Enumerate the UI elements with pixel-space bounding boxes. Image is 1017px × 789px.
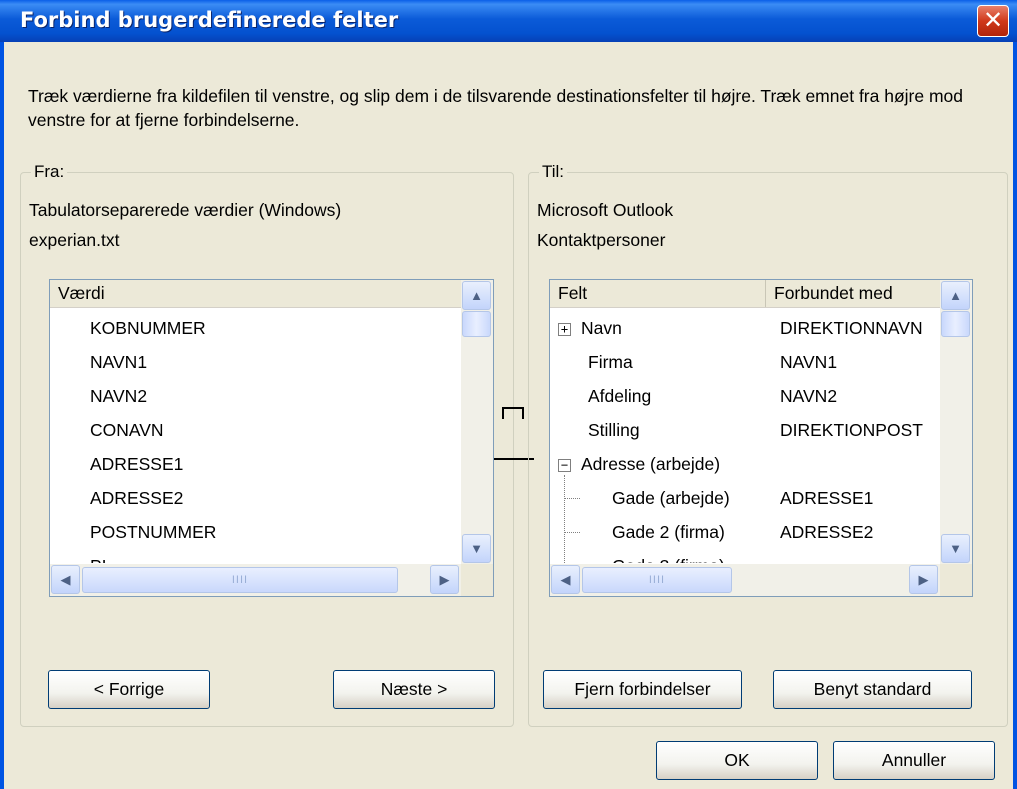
scroll-thumb-horizontal[interactable]: IIII xyxy=(582,567,732,593)
destination-app-label: Microsoft Outlook xyxy=(537,200,674,220)
source-value-list[interactable]: Værdi KOBNUMMER NAVN1 NAVN2 CONAVN ADRES… xyxy=(49,279,494,597)
scroll-thumb[interactable] xyxy=(941,311,970,337)
list-item[interactable]: PI... xyxy=(90,549,121,563)
scroll-up-button[interactable]: ▲ xyxy=(941,281,970,310)
table-row[interactable]: − Adresse (arbejde) xyxy=(558,447,720,481)
from-group-label: Fra: xyxy=(31,162,68,182)
expand-icon[interactable]: + xyxy=(558,322,571,336)
scroll-thumb[interactable] xyxy=(462,311,491,337)
connection-line xyxy=(502,407,524,419)
list-item[interactable]: POSTNUMMER xyxy=(90,515,216,549)
list-item[interactable]: NAVN2 xyxy=(90,379,147,413)
dialog-window: Forbind brugerdefinerede felter ✕ Træk v… xyxy=(0,0,1017,789)
instructions-text: Træk værdierne fra kildefilen til venstr… xyxy=(28,86,964,130)
scroll-corner xyxy=(940,564,972,596)
mapped-value: NAVN1 xyxy=(780,352,838,372)
column-header-field[interactable]: Felt xyxy=(550,280,766,307)
next-button[interactable]: Næste > xyxy=(333,670,495,709)
scroll-down-button[interactable]: ▼ xyxy=(462,534,491,563)
source-list-header: Værdi xyxy=(50,280,461,308)
field-name[interactable]: Firma xyxy=(588,345,633,379)
scroll-left-button[interactable]: ◀ xyxy=(551,565,580,594)
list-item[interactable]: CONAVN xyxy=(90,413,164,447)
close-button[interactable]: ✕ xyxy=(977,5,1009,37)
field-name: Adresse (arbejde) xyxy=(581,454,721,474)
scroll-right-button[interactable]: ▶ xyxy=(430,565,459,594)
destination-folder-label: Kontaktpersoner xyxy=(537,230,666,250)
mapped-value: DIREKTIONPOST xyxy=(780,420,923,440)
field-name[interactable]: Afdeling xyxy=(588,379,651,413)
to-group-label: Til: xyxy=(539,162,568,182)
field-name: Navn xyxy=(581,318,622,338)
table-row[interactable]: + Navn xyxy=(558,311,622,345)
title-bar[interactable]: Forbind brugerdefinerede felter ✕ xyxy=(0,0,1017,42)
mapped-value: ADRESSE1 xyxy=(780,488,874,508)
source-horizontal-scrollbar[interactable]: ◀ IIII ▶ xyxy=(50,564,461,596)
list-item[interactable]: ADRESSE2 xyxy=(90,481,183,515)
mapped-value: DIREKTIONNAVN xyxy=(780,318,923,338)
field-name[interactable]: Gade 2 (firma) xyxy=(612,515,725,549)
scroll-corner xyxy=(461,564,493,596)
previous-button[interactable]: < Forrige xyxy=(48,670,210,709)
source-file-label: experian.txt xyxy=(29,230,120,250)
list-item[interactable]: ADRESSE1 xyxy=(90,447,183,481)
ok-button[interactable]: OK xyxy=(656,741,818,780)
field-name[interactable]: Gade 3 (firma) xyxy=(612,549,725,563)
scroll-up-button[interactable]: ▲ xyxy=(462,281,491,310)
remove-links-button[interactable]: Fjern forbindelser xyxy=(543,670,742,709)
tree-connector xyxy=(564,475,565,563)
scroll-down-button[interactable]: ▼ xyxy=(941,534,970,563)
collapse-icon[interactable]: − xyxy=(558,458,571,472)
source-vertical-scrollbar[interactable]: ▲ ▼ xyxy=(461,280,493,564)
destination-field-list[interactable]: Felt Forbundet med + Navn DIREKTIONNAVN F… xyxy=(549,279,973,597)
list-item[interactable]: NAVN1 xyxy=(90,345,147,379)
list-item[interactable]: KOBNUMMER xyxy=(90,311,206,345)
tree-connector xyxy=(564,532,580,533)
tree-connector xyxy=(564,498,580,499)
field-name[interactable]: Gade (arbejde) xyxy=(612,481,730,515)
destination-list-header: Felt Forbundet med xyxy=(550,280,940,308)
destination-horizontal-scrollbar[interactable]: ◀ IIII ▶ xyxy=(550,564,940,596)
mapped-value: ADRESSE2 xyxy=(780,522,874,542)
mapped-value: NAVN2 xyxy=(780,386,838,406)
scroll-right-button[interactable]: ▶ xyxy=(909,565,938,594)
field-name[interactable]: Stilling xyxy=(588,413,640,447)
column-header-mapped[interactable]: Forbundet med xyxy=(766,280,940,307)
column-header-value[interactable]: Værdi xyxy=(50,280,461,307)
dialog-title: Forbind brugerdefinerede felter xyxy=(20,8,399,32)
destination-vertical-scrollbar[interactable]: ▲ ▼ xyxy=(940,280,972,564)
source-type-label: Tabulatorseparerede værdier (Windows) xyxy=(29,200,342,220)
cancel-button[interactable]: Annuller xyxy=(833,741,995,780)
scroll-thumb-horizontal[interactable]: IIII xyxy=(82,567,398,593)
use-default-button[interactable]: Benyt standard xyxy=(773,670,972,709)
scroll-left-button[interactable]: ◀ xyxy=(51,565,80,594)
